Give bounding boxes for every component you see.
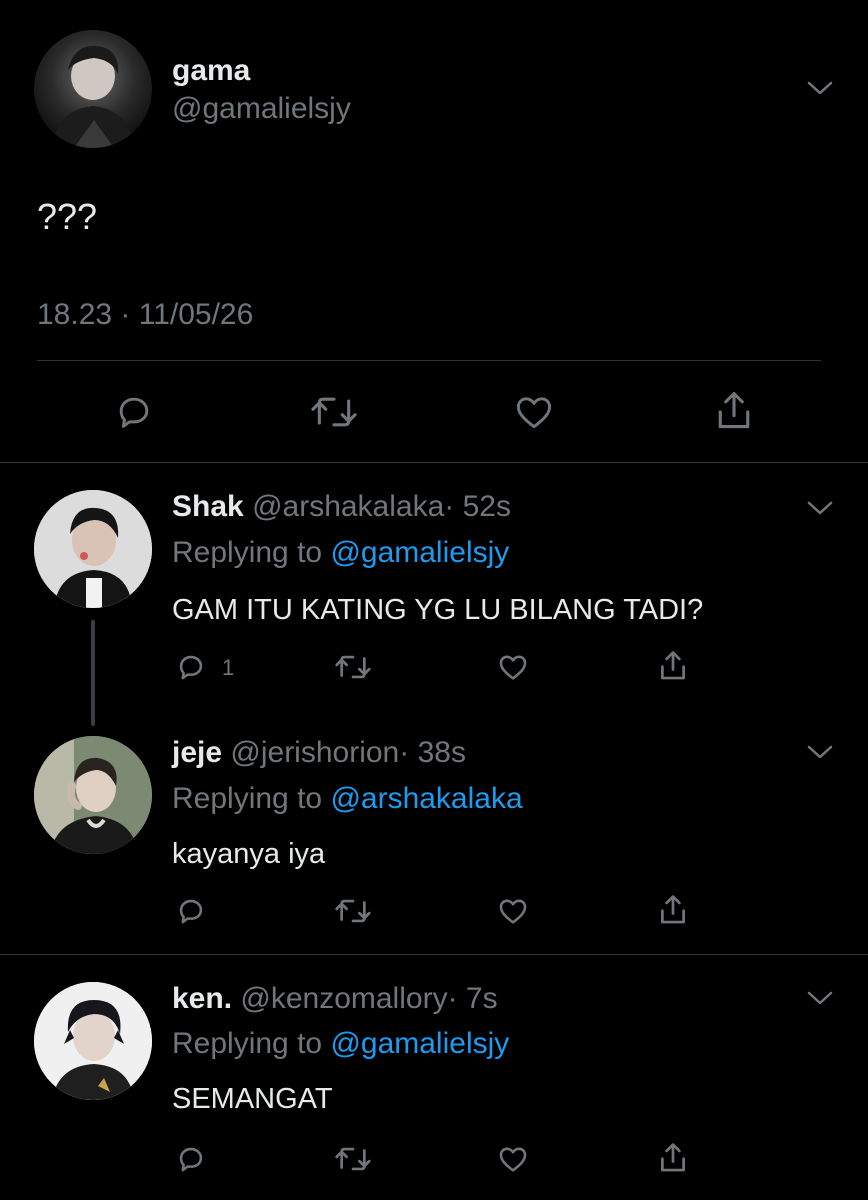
tweet-text: ??? [37,196,98,237]
reply-header: ken. @kenzomallory· 7s [172,982,498,1016]
heart-icon[interactable] [496,650,530,684]
reply-header: Shak @arshakalaka· 52s [172,490,511,524]
tweet-timestamp[interactable]: 18.23 · 11/05/26 [37,298,253,332]
tweet-age[interactable]: · 52s [444,490,511,523]
replying-to: Replying to @gamalielsjy [172,536,509,570]
reply-count: 1 [222,655,235,680]
tweet-text: GAM ITU KATING YG LU BILANG TADI? [172,594,704,626]
replying-to-label: Replying to [172,1027,323,1060]
tweet-text: kayanya iya [172,838,326,870]
reply-icon[interactable] [174,894,208,928]
author-display-name[interactable]: jeje [172,736,222,769]
replying-to-handle[interactable]: @gamalielsjy [330,536,509,569]
divider [0,954,868,955]
author-display-name[interactable]: gama [172,54,250,88]
retweet-icon[interactable] [332,894,374,928]
replying-to: Replying to @gamalielsjy [172,1027,509,1061]
avatar[interactable] [34,736,152,854]
avatar[interactable] [34,982,152,1100]
replying-to: Replying to @arshakalaka [172,782,523,816]
tweet-text: SEMANGAT [172,1083,333,1115]
chevron-down-icon[interactable] [806,78,834,98]
tweet-age[interactable]: · 38s [399,736,466,769]
retweet-icon[interactable] [308,390,360,434]
author-handle[interactable]: @kenzomallory [240,982,447,1015]
reply-header: jeje @jerishorion· 38s [172,736,466,770]
heart-icon[interactable] [512,390,556,434]
reply-icon[interactable] [174,650,208,684]
share-icon[interactable] [656,648,690,684]
thread-line [91,620,95,726]
replying-to-label: Replying to [172,536,323,569]
share-icon[interactable] [656,1140,690,1176]
chevron-down-icon[interactable] [806,988,834,1008]
replying-to-handle[interactable]: @gamalielsjy [330,1027,509,1060]
author-handle[interactable]: @gamalielsjy [172,92,351,126]
divider [0,462,868,463]
heart-icon[interactable] [496,1142,530,1176]
share-icon[interactable] [712,388,756,434]
avatar[interactable] [34,490,152,608]
author-display-name[interactable]: ken. [172,982,232,1015]
chevron-down-icon[interactable] [806,498,834,518]
retweet-icon[interactable] [332,1142,374,1176]
replying-to-handle[interactable]: @arshakalaka [330,782,522,815]
avatar[interactable] [34,30,152,148]
reply-icon[interactable] [174,1142,208,1176]
heart-icon[interactable] [496,894,530,928]
replying-to-label: Replying to [172,782,323,815]
retweet-icon[interactable] [332,650,374,684]
author-handle[interactable]: @arshakalaka [252,490,444,523]
share-icon[interactable] [656,892,690,928]
tweet-age[interactable]: · 7s [448,982,498,1015]
author-display-name[interactable]: Shak [172,490,244,523]
author-handle[interactable]: @jerishorion [230,736,399,769]
chevron-down-icon[interactable] [806,742,834,762]
reply-icon[interactable] [112,390,156,434]
divider [37,360,821,361]
